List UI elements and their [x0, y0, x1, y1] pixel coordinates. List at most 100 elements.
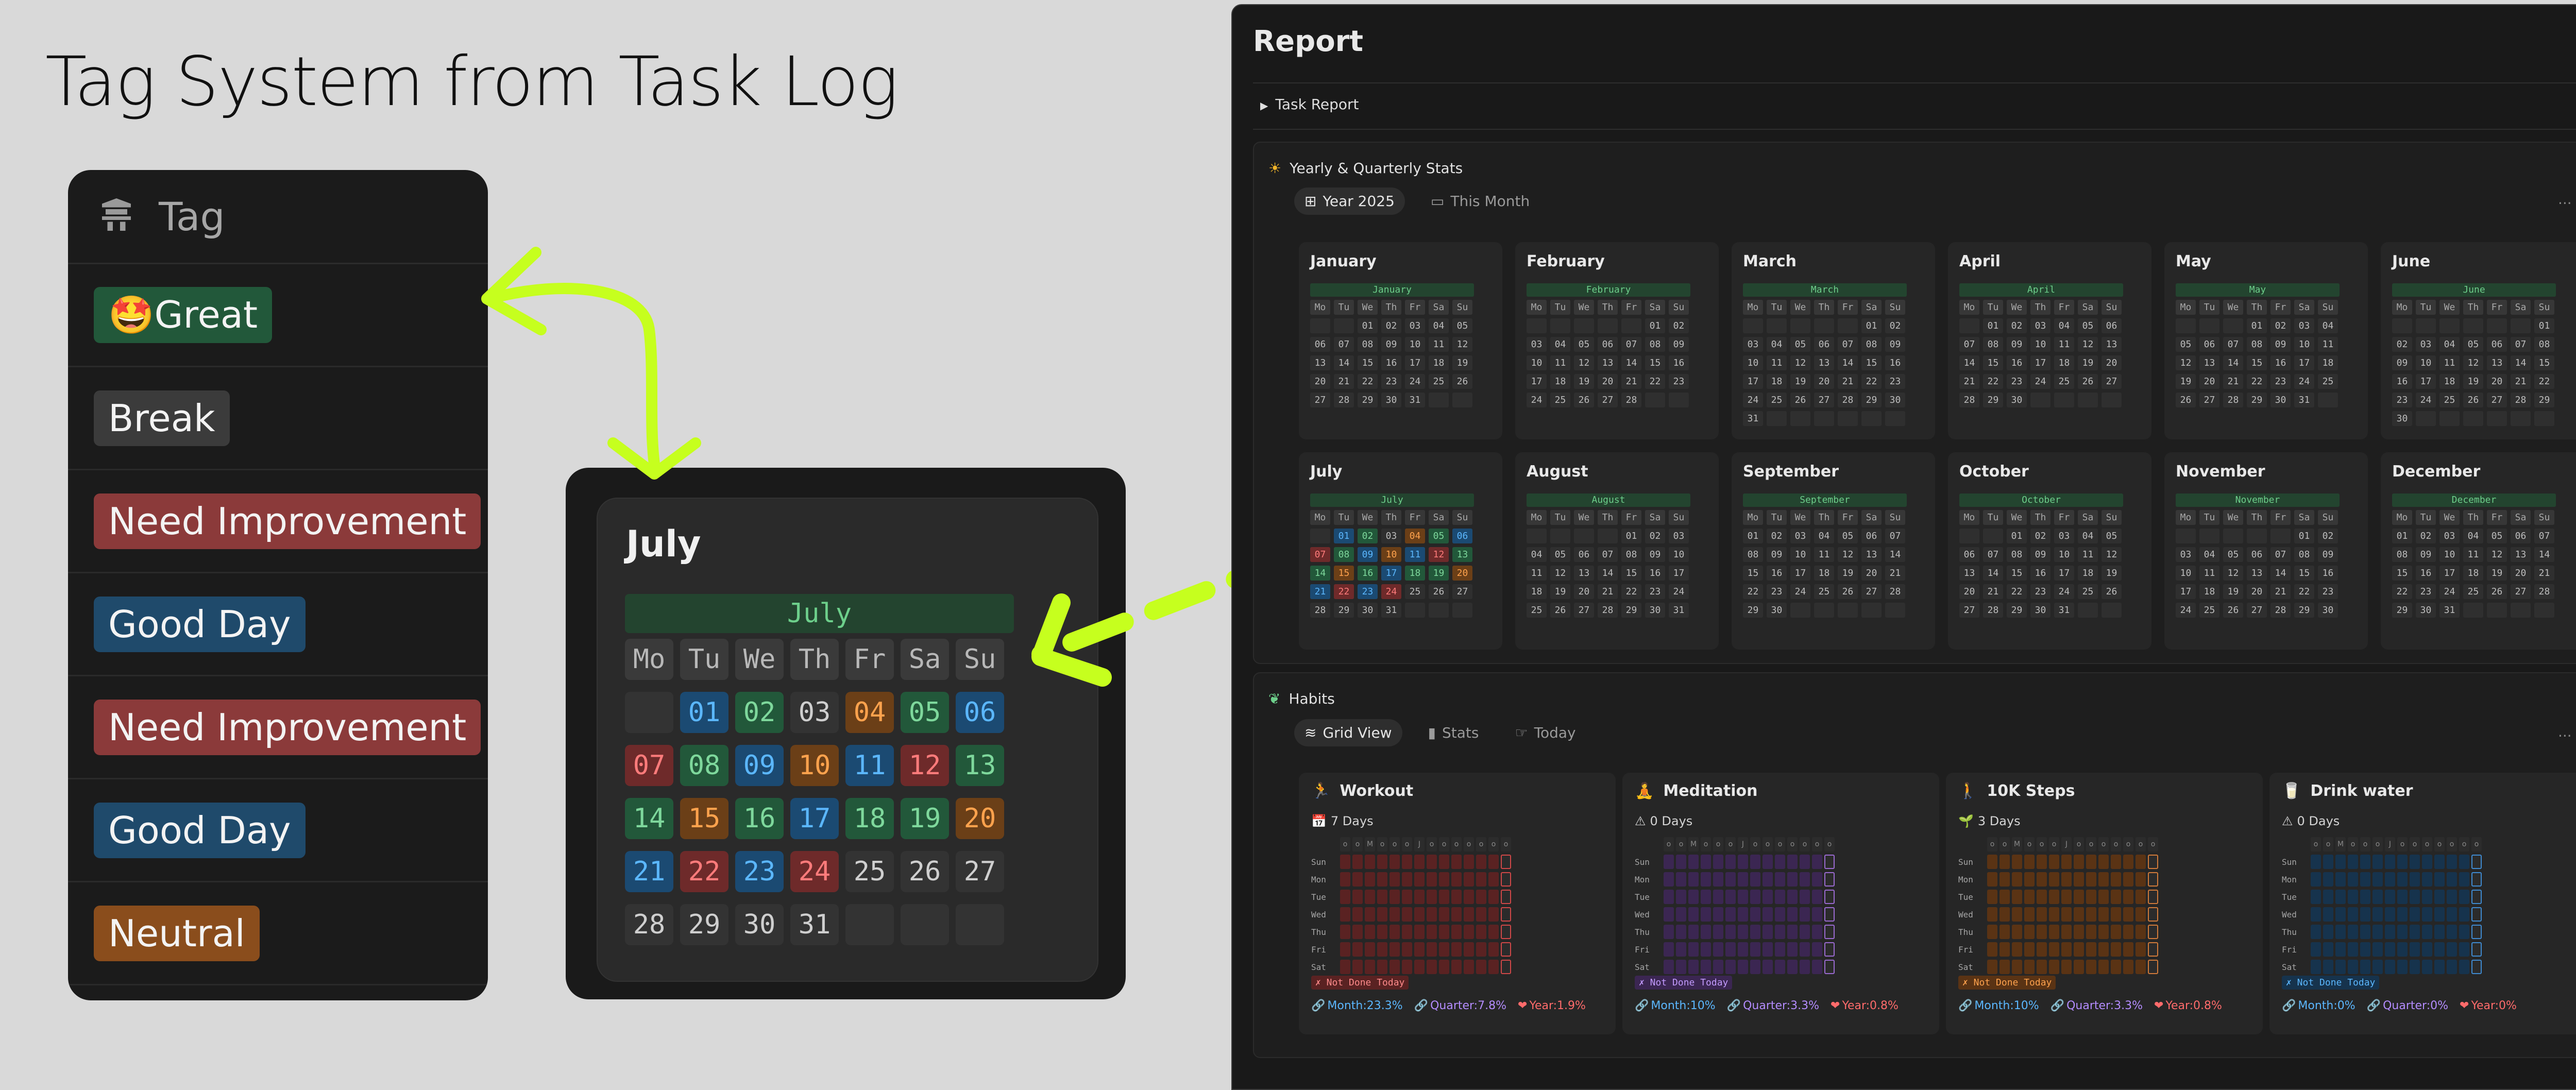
day-cell[interactable]: 29	[2247, 393, 2267, 407]
habit-cell[interactable]	[1340, 960, 1350, 974]
habit-cell[interactable]	[1688, 907, 1699, 922]
habit-cell[interactable]	[1389, 960, 1400, 974]
day-cell[interactable]	[2176, 318, 2196, 333]
day-cell[interactable]: 19	[1550, 584, 1570, 599]
day-cell[interactable]: 05	[1429, 529, 1449, 543]
day-cell[interactable]	[1405, 603, 1425, 618]
day-cell[interactable]: 07	[1621, 337, 1641, 352]
day-cell[interactable]: 17	[1669, 566, 1689, 581]
day-cell[interactable]: 21	[1598, 584, 1618, 599]
day-cell[interactable]: 05	[2176, 337, 2196, 352]
habit-cell[interactable]	[2012, 890, 2022, 904]
day-cell[interactable]: 06	[2247, 547, 2267, 562]
habit-cell[interactable]	[1688, 855, 1699, 869]
habit-cell[interactable]	[1738, 872, 1748, 887]
day-cell[interactable]: 21	[1334, 374, 1354, 389]
day-cell[interactable]: 26	[1429, 584, 1449, 599]
habit-cell[interactable]	[1427, 907, 1437, 922]
habit-cell[interactable]	[2049, 890, 2059, 904]
day-cell[interactable]: 03	[1381, 529, 1401, 543]
day-cell[interactable]: 15	[1983, 355, 2003, 370]
day-cell[interactable]: 24	[1790, 584, 1810, 599]
day-cell[interactable]	[1527, 529, 1547, 543]
habit-cell[interactable]	[1365, 855, 1375, 869]
day-cell[interactable]: 16	[2318, 566, 2338, 581]
day-cell[interactable]: 31	[2054, 603, 2074, 618]
habit-cell[interactable]	[2111, 960, 2121, 974]
day-cell[interactable]	[1429, 603, 1449, 618]
habit-cell[interactable]	[1340, 907, 1350, 922]
habit-cell[interactable]	[1725, 960, 1736, 974]
habit-cell[interactable]	[2086, 872, 2096, 887]
habit-cell[interactable]	[2098, 960, 2109, 974]
day-cell[interactable]: 19	[2078, 355, 2098, 370]
day-cell[interactable]: 20	[1814, 374, 1834, 389]
habit-cell[interactable]	[1713, 925, 1723, 939]
habit-cell[interactable]	[2335, 942, 2346, 957]
day-cell[interactable]: 21	[2534, 566, 2554, 581]
habit-cell[interactable]	[1664, 855, 1674, 869]
day-cell[interactable]: 28	[1334, 393, 1354, 407]
day-cell[interactable]: 13	[2487, 355, 2507, 370]
habit-cell[interactable]	[2086, 855, 2096, 869]
day-cell[interactable]	[1959, 318, 1979, 333]
habit-cell[interactable]	[1365, 890, 1375, 904]
habit-cell[interactable]	[1688, 872, 1699, 887]
day-cell[interactable]	[2463, 603, 2483, 618]
day-cell[interactable]: 06	[1861, 529, 1882, 543]
day-cell[interactable]: 18	[1550, 374, 1570, 389]
day-cell[interactable]	[1814, 603, 1834, 618]
habit-cell[interactable]	[1377, 855, 1387, 869]
habit-cell[interactable]	[1738, 925, 1748, 939]
habit-cell[interactable]	[2024, 960, 2035, 974]
day-cell[interactable]: 07	[2223, 337, 2243, 352]
day-cell[interactable]: 22	[2392, 584, 2412, 599]
habit-cell[interactable]	[1501, 907, 1511, 922]
day-cell[interactable]: 19	[2463, 374, 2483, 389]
day-cell[interactable]: 17	[2054, 566, 2074, 581]
day-cell[interactable]: 17	[1527, 374, 1547, 389]
habit-cell[interactable]	[1987, 890, 1997, 904]
habit-cell[interactable]	[2148, 907, 2158, 922]
habit-cell[interactable]	[1800, 942, 1810, 957]
day-cell[interactable]: 03	[2054, 529, 2074, 543]
habit-cell[interactable]	[2098, 907, 2109, 922]
habit-cell[interactable]	[1365, 925, 1375, 939]
habit-cell[interactable]	[2335, 855, 2346, 869]
day-cell[interactable]: 27	[1598, 393, 1618, 407]
day-cell[interactable]: 04	[1767, 337, 1787, 352]
day-cell[interactable]	[1885, 411, 1905, 426]
habit-cell[interactable]	[2360, 872, 2370, 887]
day-cell[interactable]: 08	[2534, 337, 2554, 352]
habit-cell[interactable]	[2037, 872, 2047, 887]
habit-cell[interactable]	[1762, 890, 1773, 904]
day-cell[interactable]: 10	[2030, 337, 2050, 352]
day-cell[interactable]: 11	[1767, 355, 1787, 370]
habit-cell[interactable]	[2422, 907, 2432, 922]
habit-cell[interactable]	[2098, 855, 2109, 869]
habit-cell[interactable]	[2410, 960, 2420, 974]
habit-cell[interactable]	[2086, 907, 2096, 922]
day-cell[interactable]: 21	[1959, 374, 1979, 389]
day-cell[interactable]: 16	[1381, 355, 1401, 370]
day-cell[interactable]: 06	[1959, 547, 1979, 562]
habit-cell[interactable]	[1340, 925, 1350, 939]
day-cell[interactable]: 02	[2416, 529, 2436, 543]
habit-cell[interactable]	[2148, 890, 2158, 904]
day-cell[interactable]: 27	[2487, 393, 2507, 407]
habit-cell[interactable]	[1352, 872, 1363, 887]
habit-cell[interactable]	[1738, 855, 1748, 869]
habit-cell[interactable]	[2012, 855, 2022, 869]
habit-cell[interactable]	[2086, 925, 2096, 939]
day-cell[interactable]	[1527, 318, 1547, 333]
habit-cell[interactable]	[2372, 855, 2383, 869]
habit-cell[interactable]	[2422, 855, 2432, 869]
day-cell[interactable]: 05	[2487, 529, 2507, 543]
habit-cell[interactable]	[1688, 960, 1699, 974]
habit-cell[interactable]	[2061, 925, 2072, 939]
habit-cell[interactable]	[2323, 960, 2333, 974]
day-cell[interactable]	[2247, 529, 2267, 543]
day-cell[interactable]: 11	[1405, 547, 1425, 562]
habit-cell[interactable]	[2037, 925, 2047, 939]
day-cell[interactable]	[2534, 603, 2554, 618]
